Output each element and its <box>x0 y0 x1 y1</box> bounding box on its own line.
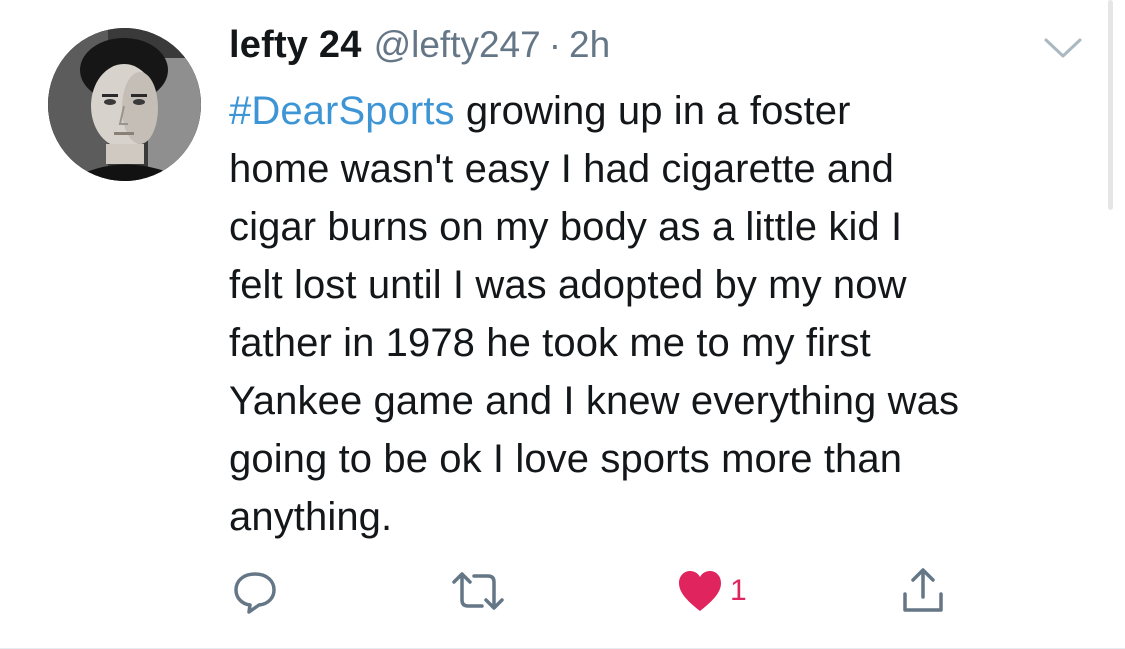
tweet-line: cigar burns on my body as a little kid I <box>229 205 903 249</box>
like-button[interactable]: 1 <box>676 560 747 622</box>
tweet-line-text: growing up in a foster <box>454 89 851 133</box>
separator-dot: · <box>548 24 562 65</box>
heart-icon <box>679 571 721 611</box>
reply-button[interactable] <box>230 560 280 622</box>
author-handle[interactable]: @lefty247 <box>374 24 541 66</box>
tweet-text: #DearSports growing up in a foster home … <box>229 82 1074 546</box>
reply-icon <box>234 572 276 614</box>
tweet[interactable]: lefty 24 @lefty247 · 2h #DearSports grow… <box>0 0 1125 649</box>
scrollbar[interactable] <box>1108 0 1113 210</box>
tweet-line: going to be ok I love sports more than <box>229 437 903 481</box>
retweet-button[interactable] <box>448 560 508 622</box>
like-count: 1 <box>730 574 747 607</box>
share-icon <box>903 568 943 612</box>
author-name[interactable]: lefty 24 <box>229 24 362 67</box>
tweet-line: Yankee game and I knew everything was <box>229 379 960 423</box>
tweet-line: anything. <box>229 495 393 539</box>
chevron-down-icon[interactable] <box>1042 36 1084 62</box>
tweet-line: home wasn't easy I had cigarette and <box>229 147 894 191</box>
tweet-line: felt lost until I was adopted by my now <box>229 263 907 307</box>
tweet-actions: 1 <box>0 560 1125 630</box>
tweet-line: father in 1978 he took me to my first <box>229 321 871 365</box>
avatar-image <box>48 28 201 181</box>
tweet-header: lefty 24 @lefty247 · 2h <box>229 24 610 74</box>
avatar[interactable] <box>48 28 201 181</box>
retweet-icon <box>452 572 504 610</box>
tweet-line: #DearSports growing up in a foster <box>229 82 1074 140</box>
hashtag-link[interactable]: #DearSports <box>229 89 455 133</box>
share-button[interactable] <box>896 560 950 622</box>
timestamp[interactable]: 2h <box>569 24 610 66</box>
